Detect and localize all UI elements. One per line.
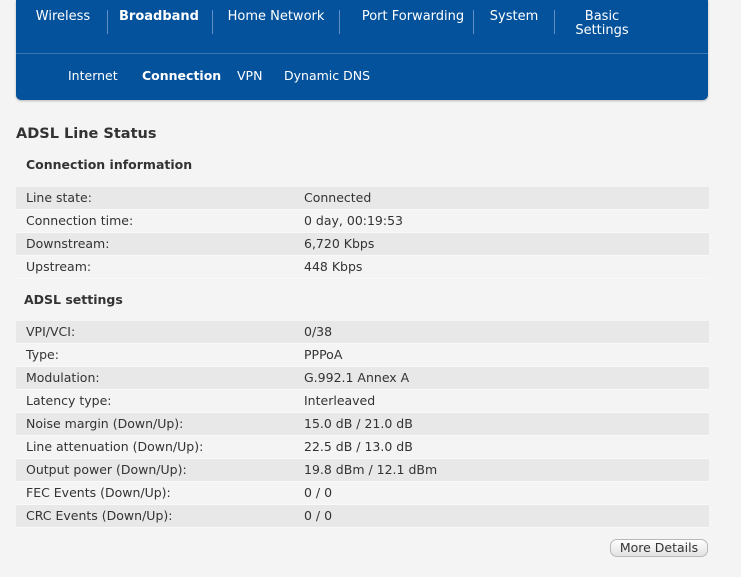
tab-wireless[interactable]: Wireless	[26, 10, 100, 34]
section-title-adsl-settings: ADSL settings	[24, 292, 123, 307]
subtab-dynamic-dns[interactable]: Dynamic DNS	[284, 68, 370, 83]
row-value: 448 Kbps	[304, 259, 363, 274]
table-row: Latency type: Interleaved	[16, 390, 709, 413]
section-title-connection-information: Connection information	[26, 157, 193, 172]
table-row: Downstream: 6,720 Kbps	[16, 233, 709, 256]
tab-system[interactable]: System	[480, 10, 548, 34]
tab-basic-settings[interactable]: Basic Settings	[564, 10, 640, 38]
row-label: Upstream:	[26, 259, 92, 274]
row-label: Line attenuation (Down/Up):	[26, 439, 204, 454]
row-value: 0/38	[304, 324, 333, 339]
adsl-settings-table: VPI/VCI: 0/38 Type: PPPoA Modulation: G.…	[16, 321, 709, 528]
page-title: ADSL Line Status	[16, 126, 157, 142]
sub-tabs: Internet Connection VPN Dynamic DNS	[16, 68, 708, 84]
row-label: FEC Events (Down/Up):	[26, 485, 171, 500]
row-label: CRC Events (Down/Up):	[26, 508, 173, 523]
row-label: Modulation:	[26, 370, 100, 385]
row-label: Connection time:	[26, 213, 134, 228]
tab-separator	[339, 10, 340, 34]
row-value: Interleaved	[304, 393, 376, 408]
row-label: Downstream:	[26, 236, 110, 251]
subtab-vpn[interactable]: VPN	[237, 68, 262, 83]
row-value: 0 / 0	[304, 485, 333, 500]
row-label: Latency type:	[26, 393, 112, 408]
subtab-internet[interactable]: Internet	[68, 68, 118, 83]
table-row: Line state: Connected	[16, 187, 709, 210]
row-value: 19.8 dBm / 12.1 dBm	[304, 462, 438, 477]
row-value: G.992.1 Annex A	[304, 370, 410, 385]
row-label: VPI/VCI:	[26, 324, 76, 339]
more-details-button[interactable]: More Details	[610, 539, 708, 557]
row-value: 22.5 dB / 13.0 dB	[304, 439, 413, 454]
sub-nav-divider	[16, 53, 708, 54]
table-row: Modulation: G.992.1 Annex A	[16, 367, 709, 390]
table-row: Connection time: 0 day, 00:19:53	[16, 210, 709, 233]
row-value: Connected	[304, 190, 372, 205]
tab-separator	[554, 10, 555, 34]
tab-separator	[107, 10, 108, 34]
row-label: Line state:	[26, 190, 92, 205]
tab-separator	[212, 10, 213, 34]
row-value: 6,720 Kbps	[304, 236, 375, 251]
row-value: PPPoA	[304, 347, 343, 362]
table-row: VPI/VCI: 0/38	[16, 321, 709, 344]
row-label: Output power (Down/Up):	[26, 462, 187, 477]
table-row: Noise margin (Down/Up): 15.0 dB / 21.0 d…	[16, 413, 709, 436]
main-tabs: Wireless Broadband Home Network Port For…	[16, 0, 708, 54]
subtab-connection[interactable]: Connection	[142, 68, 221, 83]
row-value: 0 / 0	[304, 508, 333, 523]
table-row: CRC Events (Down/Up): 0 / 0	[16, 505, 709, 528]
tab-port-forwarding[interactable]: Port Forwarding	[346, 10, 480, 34]
top-navigation: Wireless Broadband Home Network Port For…	[16, 0, 708, 100]
connection-information-table: Line state: Connected Connection time: 0…	[16, 187, 709, 279]
table-row: Upstream: 448 Kbps	[16, 256, 709, 279]
table-row: Type: PPPoA	[16, 344, 709, 367]
tab-broadband[interactable]: Broadband	[114, 10, 204, 34]
table-row: FEC Events (Down/Up): 0 / 0	[16, 482, 709, 505]
table-row: Line attenuation (Down/Up): 22.5 dB / 13…	[16, 436, 709, 459]
tab-separator	[473, 10, 474, 34]
row-value: 0 day, 00:19:53	[304, 213, 404, 228]
row-label: Type:	[26, 347, 59, 362]
tab-home-network[interactable]: Home Network	[219, 10, 333, 34]
row-label: Noise margin (Down/Up):	[26, 416, 184, 431]
table-row: Output power (Down/Up): 19.8 dBm / 12.1 …	[16, 459, 709, 482]
row-value: 15.0 dB / 21.0 dB	[304, 416, 413, 431]
